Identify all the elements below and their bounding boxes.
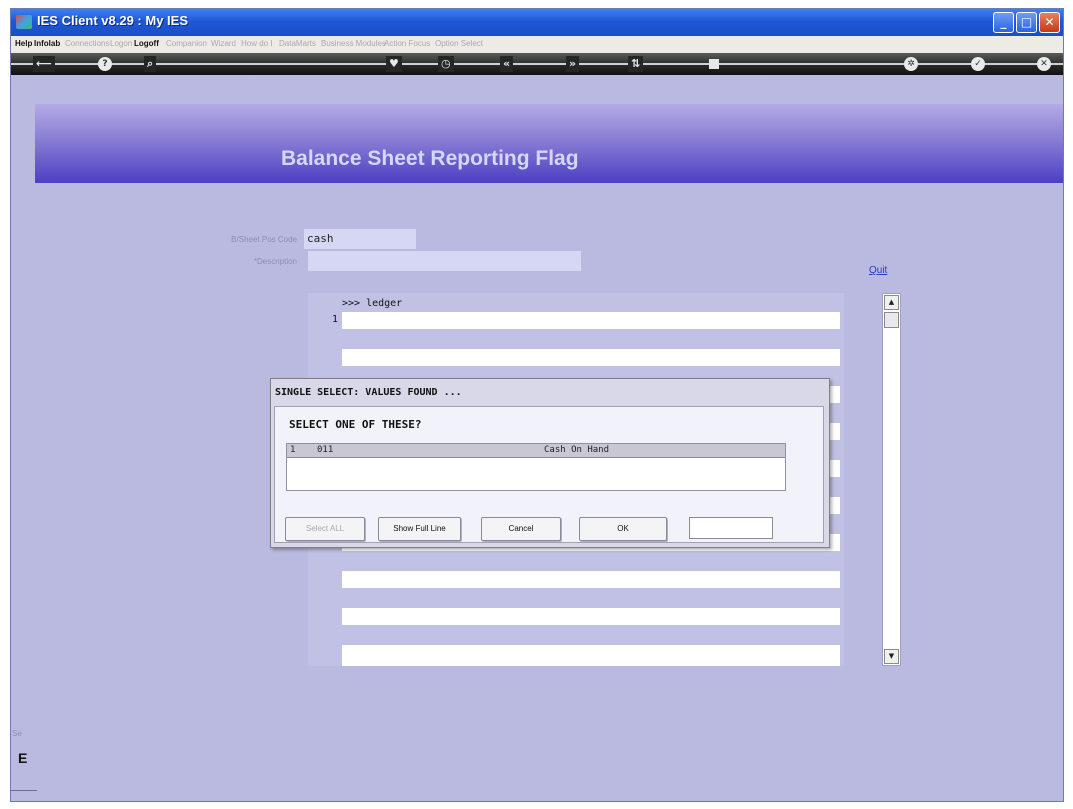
side-tab-label: Se bbox=[12, 729, 22, 738]
menu-logoff[interactable]: Logoff bbox=[134, 39, 159, 48]
clock-icon[interactable]: ◷ bbox=[438, 56, 454, 72]
menu-companion[interactable]: Companion bbox=[166, 39, 207, 48]
grid-header: >>> ledger bbox=[342, 298, 403, 309]
help-icon[interactable]: ? bbox=[98, 57, 112, 71]
rewind-icon[interactable]: « bbox=[500, 56, 514, 72]
dialog-prompt: SELECT ONE OF THESE? bbox=[289, 418, 422, 431]
page-banner: Balance Sheet Reporting Flag bbox=[35, 104, 1063, 183]
settings-icon[interactable]: ✲ bbox=[904, 57, 918, 71]
bsheet-pos-code-label: B/Sheet Pos Code bbox=[231, 235, 297, 244]
menu-business-modules[interactable]: Business Modules bbox=[321, 39, 386, 48]
table-row[interactable] bbox=[342, 608, 840, 625]
menu-wizard[interactable]: Wizard bbox=[211, 39, 236, 48]
table-row[interactable] bbox=[342, 349, 840, 366]
back-arrow-icon[interactable]: ⟵ bbox=[33, 56, 55, 72]
side-tab-letter: E bbox=[18, 750, 28, 766]
table-row[interactable] bbox=[342, 312, 840, 329]
list-item-index: 1 bbox=[290, 445, 296, 455]
table-row[interactable] bbox=[342, 571, 840, 588]
search-icon[interactable]: ⌕ bbox=[144, 56, 157, 72]
table-row[interactable] bbox=[342, 645, 840, 666]
list-item[interactable]: 1 011 Cash On Hand bbox=[287, 444, 785, 458]
scroll-up-icon[interactable]: ▲ bbox=[884, 295, 899, 310]
list-item-code: 011 bbox=[317, 445, 334, 455]
scroll-down-icon[interactable]: ▼ bbox=[884, 649, 899, 664]
scroll-thumb[interactable] bbox=[884, 312, 899, 328]
fast-forward-icon[interactable]: » bbox=[566, 56, 580, 72]
menu-bar: Help Infolab Connections Logon Logoff Co… bbox=[11, 36, 1063, 53]
app-logo-icon bbox=[16, 15, 32, 29]
show-full-line-button[interactable]: Show Full Line bbox=[378, 517, 461, 541]
dialog-title: SINGLE SELECT: VALUES FOUND ... bbox=[275, 387, 462, 398]
menu-connections[interactable]: Connections bbox=[65, 39, 109, 48]
dialog-input[interactable] bbox=[689, 517, 773, 539]
list-item-name: Cash On Hand bbox=[544, 445, 610, 455]
page-title: Balance Sheet Reporting Flag bbox=[281, 147, 579, 170]
app-window: IES Client v8.29 : My IES _ □ ✕ Help Inf… bbox=[10, 8, 1064, 802]
menu-infolab[interactable]: Infolab bbox=[34, 39, 60, 48]
toolbar: ⟵ ? ⌕ ♥ ◷ « » ⇅ ✲ ✓ ✕ bbox=[11, 53, 1063, 75]
title-bar[interactable]: IES Client v8.29 : My IES _ □ ✕ bbox=[11, 9, 1063, 36]
description-label: *Description bbox=[253, 257, 297, 266]
dialog-body: SELECT ONE OF THESE? 1 011 Cash On Hand … bbox=[274, 406, 824, 543]
menu-action-focus[interactable]: Action Focus bbox=[384, 39, 430, 48]
close-window-button[interactable]: ✕ bbox=[1039, 12, 1060, 33]
quit-link[interactable]: Quit bbox=[869, 265, 887, 276]
close-icon[interactable]: ✕ bbox=[1037, 57, 1051, 71]
menu-option-select[interactable]: Option Select bbox=[435, 39, 483, 48]
stop-icon[interactable] bbox=[709, 59, 719, 69]
grid-scrollbar[interactable]: ▲ ▼ bbox=[882, 293, 901, 666]
single-select-dialog: SINGLE SELECT: VALUES FOUND ... SELECT O… bbox=[270, 378, 830, 548]
description-input[interactable] bbox=[308, 251, 581, 271]
menu-help[interactable]: Help bbox=[15, 39, 32, 48]
ok-button[interactable]: OK bbox=[579, 517, 667, 541]
select-all-button[interactable]: Select ALL bbox=[285, 517, 365, 541]
side-tab[interactable]: Se E bbox=[11, 726, 28, 796]
ok-icon[interactable]: ✓ bbox=[971, 57, 985, 71]
menu-logon[interactable]: Logon bbox=[110, 39, 132, 48]
grid-row-number: 1 bbox=[332, 314, 339, 325]
bsheet-pos-code-input[interactable]: cash bbox=[304, 229, 416, 249]
cancel-button[interactable]: Cancel bbox=[481, 517, 561, 541]
window-title: IES Client v8.29 : My IES bbox=[37, 13, 188, 28]
minimize-button[interactable]: _ bbox=[993, 12, 1014, 33]
menu-datamarts[interactable]: DataMarts bbox=[279, 39, 316, 48]
maximize-button[interactable]: □ bbox=[1016, 12, 1037, 33]
menu-how-do-i[interactable]: How do I bbox=[241, 39, 273, 48]
sync-icon[interactable]: ⇅ bbox=[628, 56, 644, 72]
values-listbox[interactable]: 1 011 Cash On Hand bbox=[286, 443, 786, 491]
bottom-divider bbox=[11, 790, 37, 791]
heart-icon[interactable]: ♥ bbox=[386, 56, 402, 72]
